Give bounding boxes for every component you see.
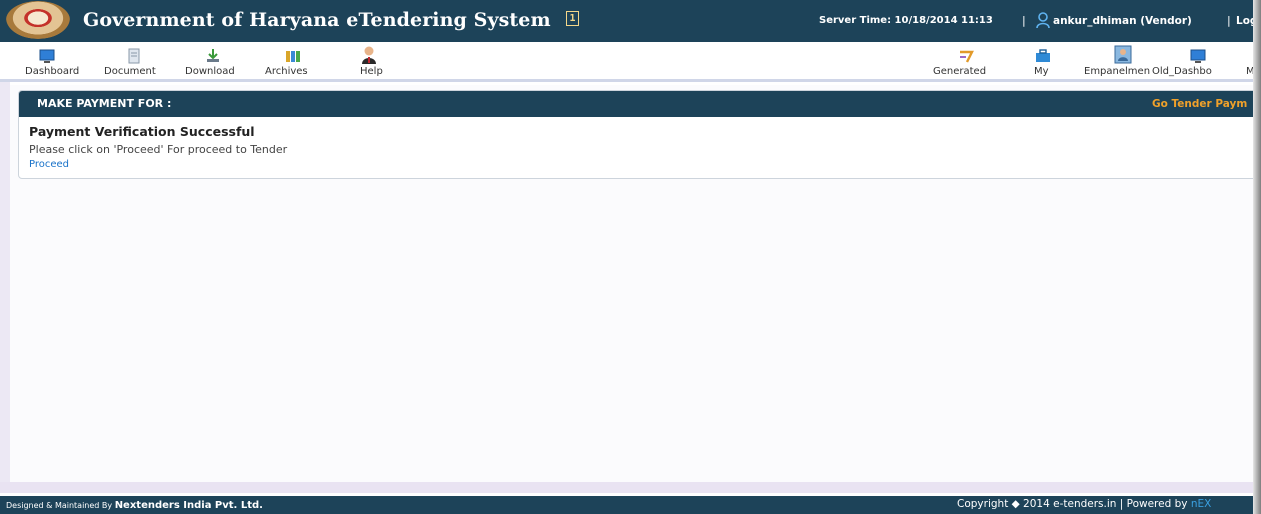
- toolbar-empanelment[interactable]: Empanelmen: [1084, 42, 1152, 80]
- content-border-bottom: [0, 482, 1253, 493]
- footer-copyright-text: Copyright ◆ 2014 e-tenders.in | Powered …: [957, 498, 1188, 510]
- panel-title: MAKE PAYMENT FOR :: [37, 97, 172, 110]
- haryana-emblem-logo: [6, 1, 70, 39]
- toolbar-help[interactable]: Help: [358, 42, 388, 80]
- user-icon: [1036, 12, 1050, 29]
- footer-credit-prefix: Designed & Maintained By: [6, 501, 113, 510]
- dashboard-icon: [39, 49, 55, 63]
- make-payment-panel: MAKE PAYMENT FOR : Go Tender Paym Paymen…: [18, 90, 1253, 179]
- toolbar-label: Archives: [265, 66, 308, 77]
- logout-link[interactable]: Log: [1236, 15, 1253, 27]
- footer-copyright: Copyright ◆ 2014 e-tenders.in | Powered …: [957, 498, 1211, 510]
- footer-company[interactable]: Nextenders India Pvt. Ltd.: [115, 500, 263, 511]
- archives-icon: [286, 51, 300, 62]
- toolbar-document[interactable]: Document: [104, 42, 166, 80]
- briefcase-icon: [1036, 49, 1050, 62]
- window-edge-shadow: [1253, 0, 1261, 514]
- toolbar-label: Empanelmen: [1084, 66, 1151, 77]
- toolbar-generated[interactable]: Generated: [933, 42, 999, 80]
- toolbar-label: Dashboard: [25, 66, 80, 77]
- toolbar-label: My: [1034, 66, 1049, 77]
- empanelment-icon: [1114, 45, 1132, 64]
- user-name[interactable]: ankur_dhiman (Vendor): [1053, 15, 1192, 27]
- toolbar-label: Download: [185, 66, 235, 77]
- proceed-link[interactable]: Proceed: [29, 159, 69, 170]
- generated-icon: [960, 50, 974, 63]
- page: Government of Haryana eTendering System …: [0, 0, 1261, 514]
- info-icon[interactable]: 1: [566, 11, 579, 26]
- toolbar-label: M: [1246, 66, 1253, 77]
- footer-brand-logo[interactable]: nEX: [1191, 498, 1211, 510]
- header-bar: Government of Haryana eTendering System …: [0, 0, 1253, 42]
- success-heading: Payment Verification Successful: [29, 124, 255, 139]
- panel-header: MAKE PAYMENT FOR : Go Tender Paym: [19, 91, 1253, 117]
- document-icon: [128, 48, 140, 64]
- toolbar-archives[interactable]: Archives: [265, 42, 323, 80]
- app-frame: Government of Haryana eTendering System …: [0, 0, 1253, 514]
- footer-bar: Designed & Maintained By Nextenders Indi…: [0, 496, 1253, 514]
- old-dashboard-icon: [1190, 49, 1206, 63]
- content-border-left: [0, 82, 10, 492]
- toolbar-my[interactable]: My: [1034, 42, 1056, 80]
- app-title: Government of Haryana eTendering System: [83, 9, 551, 31]
- toolbar: Dashboard Document Download Archives Hel…: [0, 42, 1253, 82]
- toolbar-more[interactable]: M: [1246, 42, 1253, 80]
- server-time: Server Time: 10/18/2014 11:13: [819, 15, 993, 26]
- toolbar-label: Help: [360, 66, 383, 77]
- toolbar-dashboard[interactable]: Dashboard: [25, 42, 95, 80]
- go-tender-payment-link[interactable]: Go Tender Paym: [1152, 98, 1247, 110]
- toolbar-label: Generated: [933, 66, 987, 77]
- toolbar-label: Document: [104, 66, 156, 77]
- toolbar-old-dashboard[interactable]: Old_Dashbo: [1152, 42, 1234, 80]
- toolbar-label: Old_Dashbo: [1152, 66, 1212, 77]
- instruction-text: Please click on 'Proceed' For proceed to…: [29, 143, 288, 156]
- download-icon: [207, 49, 219, 62]
- toolbar-download[interactable]: Download: [185, 42, 247, 80]
- footer-credit: Designed & Maintained By Nextenders Indi…: [6, 500, 263, 511]
- separator: |: [1227, 14, 1231, 27]
- help-icon: [362, 46, 376, 64]
- separator: |: [1022, 14, 1026, 27]
